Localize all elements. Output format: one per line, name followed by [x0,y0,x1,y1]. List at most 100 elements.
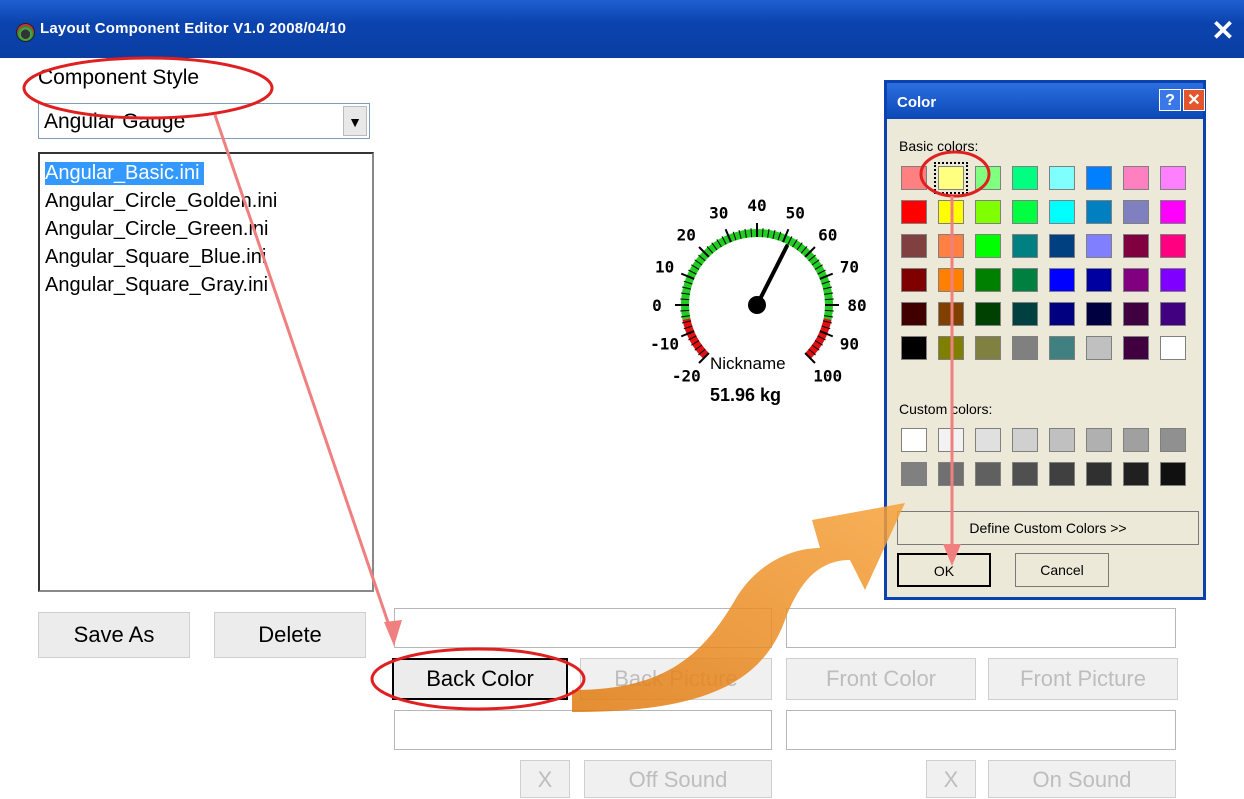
color-dialog-close-button[interactable]: ✕ [1183,89,1205,111]
list-item[interactable]: Angular_Square_Blue.ini [45,246,266,269]
window-close-button[interactable]: ✕ [1208,16,1238,46]
basic-color-swatch[interactable] [1160,200,1186,224]
basic-color-swatch[interactable] [1086,302,1112,326]
basic-color-swatch[interactable] [938,336,964,360]
basic-color-swatch[interactable] [1012,234,1038,258]
basic-color-swatch[interactable] [975,302,1001,326]
basic-color-swatch[interactable] [1123,200,1149,224]
gauge-tick-label: 30 [709,204,728,223]
basic-color-swatch[interactable] [1012,200,1038,224]
basic-color-swatch[interactable] [901,166,927,190]
chevron-down-icon[interactable]: ▼ [343,106,367,136]
gauge-tick-label: 20 [677,225,696,244]
custom-color-swatch[interactable] [1160,428,1186,452]
basic-color-swatch[interactable] [1049,302,1075,326]
basic-color-swatch[interactable] [938,234,964,258]
basic-color-swatch[interactable] [1086,268,1112,292]
define-custom-colors-button[interactable]: Define Custom Colors >> [897,511,1199,545]
basic-color-swatch[interactable] [1160,268,1186,292]
custom-color-swatch[interactable] [1012,428,1038,452]
front-color-button[interactable]: Front Color [786,658,976,700]
custom-color-swatch[interactable] [901,428,927,452]
list-item[interactable]: Angular_Circle_Golden.ini [45,190,277,213]
basic-color-swatch[interactable] [975,200,1001,224]
basic-color-swatch[interactable] [1086,166,1112,190]
custom-color-swatch[interactable] [975,428,1001,452]
basic-color-swatch[interactable] [1049,234,1075,258]
basic-color-swatch[interactable] [1086,200,1112,224]
basic-color-swatch[interactable] [1123,234,1149,258]
clear-on-sound-button[interactable]: X [926,760,976,798]
basic-color-swatch[interactable] [1160,336,1186,360]
basic-color-swatch[interactable] [1012,268,1038,292]
basic-color-swatch[interactable] [901,234,927,258]
basic-color-swatch[interactable] [975,336,1001,360]
front-color-path-field[interactable] [786,608,1176,648]
basic-color-swatch[interactable] [1086,234,1112,258]
style-file-list[interactable]: Angular_Basic.ini Angular_Circle_Golden.… [38,152,374,592]
component-style-dropdown[interactable]: Angular Gauge ▼ [38,103,370,139]
help-button[interactable]: ? [1159,89,1181,111]
custom-color-swatch[interactable] [1049,462,1075,486]
clear-off-sound-button[interactable]: X [520,760,570,798]
basic-color-swatch[interactable] [1123,302,1149,326]
basic-color-swatch[interactable] [1123,336,1149,360]
basic-color-swatch[interactable] [938,268,964,292]
basic-color-swatch[interactable] [975,268,1001,292]
basic-color-swatch[interactable] [934,162,968,194]
basic-color-swatch[interactable] [975,234,1001,258]
basic-color-swatch[interactable] [1012,336,1038,360]
back-color-button[interactable]: Back Color [392,658,568,700]
custom-color-swatch[interactable] [1123,428,1149,452]
basic-color-swatch[interactable] [1012,166,1038,190]
custom-color-swatch[interactable] [901,462,927,486]
on-sound-path-field[interactable] [786,710,1176,750]
save-as-button[interactable]: Save As [38,612,190,658]
list-item[interactable]: Angular_Basic.ini [45,162,204,185]
front-picture-button[interactable]: Front Picture [988,658,1178,700]
back-color-path-field[interactable] [394,608,772,648]
delete-button[interactable]: Delete [214,612,366,658]
basic-color-swatch[interactable] [1160,234,1186,258]
basic-color-swatch[interactable] [901,336,927,360]
basic-color-swatch[interactable] [1086,336,1112,360]
basic-color-swatch[interactable] [901,268,927,292]
component-style-label: Component Style [38,66,200,89]
basic-color-swatch[interactable] [938,302,964,326]
custom-color-swatch[interactable] [975,462,1001,486]
gauge-tick [761,228,764,238]
off-sound-path-field[interactable] [394,710,772,750]
basic-color-swatch[interactable] [1049,200,1075,224]
custom-color-swatch[interactable] [938,428,964,452]
basic-color-swatch[interactable] [1012,302,1038,326]
basic-color-swatch[interactable] [1123,166,1149,190]
custom-color-swatch[interactable] [1086,462,1112,486]
basic-color-swatch[interactable] [1160,166,1186,190]
custom-color-swatch[interactable] [1123,462,1149,486]
basic-color-swatch[interactable] [1049,268,1075,292]
off-sound-button[interactable]: Off Sound [584,760,772,798]
basic-color-swatch[interactable] [1123,268,1149,292]
basic-color-swatch[interactable] [975,166,1001,190]
basic-color-swatch[interactable] [901,302,927,326]
custom-color-swatch[interactable] [938,462,964,486]
basic-color-swatch[interactable] [1049,336,1075,360]
custom-color-swatch[interactable] [1160,462,1186,486]
cancel-button[interactable]: Cancel [1015,553,1109,587]
custom-color-swatch[interactable] [1012,462,1038,486]
editor-window: Layout Component Editor V1.0 2008/04/10 … [0,0,1244,798]
custom-color-swatch[interactable] [1086,428,1112,452]
basic-color-swatch[interactable] [1160,302,1186,326]
list-item[interactable]: Angular_Circle_Green.ini [45,218,268,241]
basic-color-swatch[interactable] [901,200,927,224]
on-sound-button[interactable]: On Sound [988,760,1176,798]
back-picture-button[interactable]: Back Picture [580,658,772,700]
ok-button[interactable]: OK [897,553,991,587]
gauge-tick-label: 40 [747,196,766,215]
component-style-value: Angular Gauge [44,110,186,133]
gauge-tick-label: 0 [652,296,662,315]
list-item[interactable]: Angular_Square_Gray.ini [45,274,268,297]
custom-color-swatch[interactable] [1049,428,1075,452]
basic-color-swatch[interactable] [1049,166,1075,190]
basic-color-swatch[interactable] [938,200,964,224]
